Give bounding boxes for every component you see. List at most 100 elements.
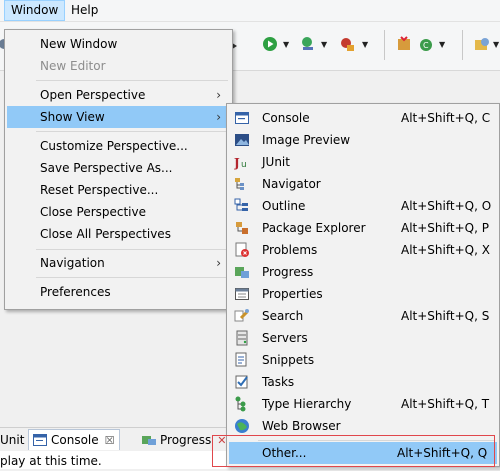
tab-progress-label: Progress — [160, 433, 212, 447]
type-hierarchy-icon — [235, 396, 246, 412]
panel-message: play at this time. — [0, 454, 102, 468]
search-icon — [234, 309, 249, 322]
menu-item-type-hierarchy[interactable]: Type Hierarchy Alt+Shift+Q, T — [229, 393, 497, 415]
progress-icon — [142, 436, 156, 445]
svg-text:u: u — [241, 160, 247, 170]
menu-item-customize-perspective[interactable]: Customize Perspective... — [7, 135, 230, 157]
annotation-highlight-box — [212, 435, 495, 467]
submenu-arrow-icon: › — [216, 110, 221, 124]
menu-item-label: Snippets — [262, 353, 315, 367]
menu-item-label: Progress — [262, 265, 314, 279]
external-tools-dropdown-icon[interactable]: ▼ — [362, 40, 368, 49]
coverage-icon[interactable] — [300, 36, 316, 52]
menu-item-junit[interactable]: Ju JUnit — [229, 151, 497, 173]
menu-item-new-window[interactable]: New Window — [7, 33, 230, 55]
menu-item-outline[interactable]: Outline Alt+Shift+Q, O — [229, 195, 497, 217]
menu-item-label: Tasks — [262, 375, 295, 389]
menu-item-accelerator: Alt+Shift+Q, X — [401, 243, 490, 257]
new-class-dropdown-icon[interactable]: ▼ — [439, 40, 445, 49]
menu-separator — [36, 277, 228, 278]
submenu-arrow-icon: › — [216, 256, 221, 270]
menu-item-show-view[interactable]: Show View › — [7, 106, 230, 128]
image-preview-icon — [235, 134, 249, 146]
junit-icon: Ju — [234, 156, 247, 170]
web-browser-icon — [235, 419, 249, 433]
new-package-icon[interactable] — [396, 36, 412, 52]
menu-item-accelerator: Alt+Shift+Q, T — [401, 397, 490, 411]
tab-junit-label: Unit — [0, 433, 25, 447]
menu-help[interactable]: Help — [65, 1, 104, 20]
menu-item-properties[interactable]: Properties — [229, 283, 497, 305]
menu-item-label: Navigator — [262, 177, 321, 191]
menu-item-navigation[interactable]: Navigation › — [7, 252, 230, 274]
package-explorer-icon — [236, 222, 248, 234]
coverage-dropdown-icon[interactable]: ▼ — [321, 40, 327, 49]
menu-separator — [36, 80, 228, 81]
menu-item-new-editor: New Editor — [40, 59, 106, 73]
tasks-icon — [235, 375, 248, 389]
menu-item-problems[interactable]: Problems Alt+Shift+Q, X — [229, 239, 497, 261]
menu-item-navigator[interactable]: Navigator — [229, 173, 497, 195]
new-class-icon[interactable]: C — [418, 36, 434, 52]
run-dropdown-icon[interactable]: ▼ — [283, 40, 289, 49]
menu-item-label: Package Explorer — [262, 221, 366, 235]
svg-text:J: J — [234, 156, 240, 170]
menu-item-package-explorer[interactable]: Package Explorer Alt+Shift+Q, P — [229, 217, 497, 239]
menu-item-label: Properties — [262, 287, 323, 301]
tab-console-label: Console — [51, 433, 99, 447]
menu-window[interactable]: Window — [4, 0, 66, 21]
menu-item-accelerator: Alt+Shift+Q, O — [401, 199, 492, 213]
menubar: Window Help — [0, 0, 500, 22]
menu-item-label: Servers — [262, 331, 308, 345]
menu-item-close-perspective[interactable]: Close Perspective — [7, 201, 230, 223]
menu-item-servers[interactable]: Servers — [229, 327, 497, 349]
menu-separator — [36, 249, 228, 250]
menu-item-web-browser[interactable]: Web Browser — [229, 415, 497, 437]
outline-icon — [234, 198, 248, 211]
menu-item-search[interactable]: Search Alt+Shift+Q, S — [229, 305, 497, 327]
servers-icon — [236, 330, 248, 346]
menu-item-reset-perspective[interactable]: Reset Perspective... — [7, 179, 230, 201]
menu-item-open-perspective[interactable]: Open Perspective › — [7, 84, 230, 106]
window-menu: New Window New Editor Open Perspective › … — [4, 29, 233, 310]
console-icon — [235, 112, 249, 124]
toolbar-separator — [462, 30, 463, 60]
tab-console-close-icon[interactable]: ☒ — [105, 434, 115, 447]
console-icon — [33, 434, 47, 446]
submenu-arrow-icon: › — [216, 88, 221, 102]
properties-icon — [235, 288, 249, 300]
menu-item-close-all-perspectives[interactable]: Close All Perspectives — [7, 223, 230, 245]
snippets-icon — [235, 352, 247, 367]
menu-item-console[interactable]: Console Alt+Shift+Q, C — [229, 107, 497, 129]
run-icon[interactable] — [262, 36, 278, 52]
menu-item-snippets[interactable]: Snippets — [229, 349, 497, 371]
navigator-icon — [235, 178, 244, 190]
menu-item-save-perspective-as[interactable]: Save Perspective As... — [7, 157, 230, 179]
menu-separator — [36, 131, 228, 132]
menu-item-label: Problems — [262, 243, 318, 257]
menu-item-label: JUnit — [262, 155, 290, 169]
problems-icon — [235, 242, 249, 257]
open-type-dropdown-icon[interactable]: ▼ — [493, 40, 499, 49]
toolbar-separator — [384, 30, 385, 60]
menu-item-label: Search — [262, 309, 304, 323]
menu-item-label: Console — [262, 111, 310, 125]
menu-item-progress[interactable]: Progress — [229, 261, 497, 283]
menu-item-accelerator: Alt+Shift+Q, S — [401, 309, 490, 323]
menu-item-tasks[interactable]: Tasks — [229, 371, 497, 393]
show-view-menu: Web Browser Type Hierarchy Alt+Shift+Q, TT… — [226, 103, 500, 467]
external-tools-icon[interactable] — [339, 36, 355, 52]
menu-item-accelerator: Alt+Shift+Q, C — [401, 111, 491, 125]
open-type-icon[interactable] — [474, 36, 490, 52]
menu-item-preferences[interactable]: Preferences — [7, 281, 230, 303]
tab-console[interactable]: Console ☒ — [28, 429, 120, 450]
menu-item-label: Web Browser — [262, 419, 341, 433]
menu-item-label: Outline — [262, 199, 306, 213]
tab-junit[interactable]: Unit — [0, 430, 28, 450]
progress-icon — [235, 267, 249, 278]
menu-item-image-preview[interactable]: Image Preview — [229, 129, 497, 151]
menu-item-label: Image Preview — [262, 133, 351, 147]
svg-text:C: C — [423, 41, 429, 50]
menu-item-label: Type Hierarchy — [262, 397, 352, 411]
menu-item-accelerator: Alt+Shift+Q, P — [401, 221, 489, 235]
